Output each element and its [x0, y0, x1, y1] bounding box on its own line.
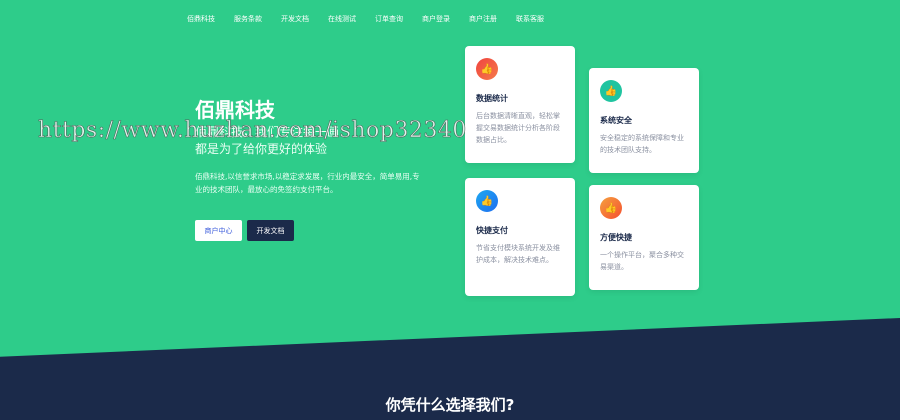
merchant-center-button[interactable]: 商户中心: [195, 220, 242, 241]
subtitle-line-2: 都是为了给你更好的体验: [195, 142, 328, 156]
card-title: 系统安全: [600, 116, 632, 125]
feature-card-convenience: 👍 方便快捷 一个操作平台，聚合多种交易渠道。: [589, 185, 699, 290]
nav-register[interactable]: 商户注册: [469, 14, 516, 24]
feature-card-stats: 👍 数据统计 后台数据清晰直观，轻松掌握交易数据统计分析各阶段数据占比。: [465, 46, 575, 163]
card-desc: 安全稳定的系统保障和专业的技术团队支持。: [600, 134, 684, 154]
card-title: 方便快捷: [600, 233, 632, 242]
card-desc: 节省支付模块系统开发及维护成本，解决技术难点。: [476, 244, 560, 264]
thumbs-up-icon: 👍: [600, 197, 622, 219]
thumbs-up-icon: 👍: [476, 58, 498, 80]
nav-home[interactable]: 佰鼎科技: [187, 14, 234, 24]
card-desc: 一个操作平台，聚合多种交易渠道。: [600, 251, 684, 271]
nav-login[interactable]: 商户登录: [422, 14, 469, 24]
top-nav: 佰鼎科技 服务条款 开发文档 在线测试 订单查询 商户登录 商户注册 联系客服: [187, 14, 563, 24]
feature-card-security: 👍 系统安全 安全稳定的系统保障和专业的技术团队支持。: [589, 68, 699, 173]
card-desc: 后台数据清晰直观，轻松掌握交易数据统计分析各阶段数据占比。: [476, 112, 560, 144]
thumbs-up-icon: 👍: [600, 80, 622, 102]
section-title: 你凭什么选择我们?: [385, 396, 515, 414]
thumbs-up-icon: 👍: [476, 190, 498, 212]
hero-description: 佰鼎科技,以信誉求市场,以稳定求发展，行业内最安全，简单易用,专业的技术团队，最…: [195, 172, 420, 194]
nav-order[interactable]: 订单查询: [375, 14, 422, 24]
feature-card-payment: 👍 快捷支付 节省支付模块系统开发及维护成本，解决技术难点。: [465, 178, 575, 296]
dev-docs-button[interactable]: 开发文档: [247, 220, 294, 241]
nav-test[interactable]: 在线测试: [328, 14, 375, 24]
watermark: https://www.huzhan.com/ishop32340: [38, 118, 467, 144]
nav-support[interactable]: 联系客服: [516, 14, 563, 24]
nav-terms[interactable]: 服务条款: [234, 14, 281, 24]
card-title: 快捷支付: [476, 226, 508, 235]
nav-docs[interactable]: 开发文档: [281, 14, 328, 24]
card-title: 数据统计: [476, 94, 508, 103]
